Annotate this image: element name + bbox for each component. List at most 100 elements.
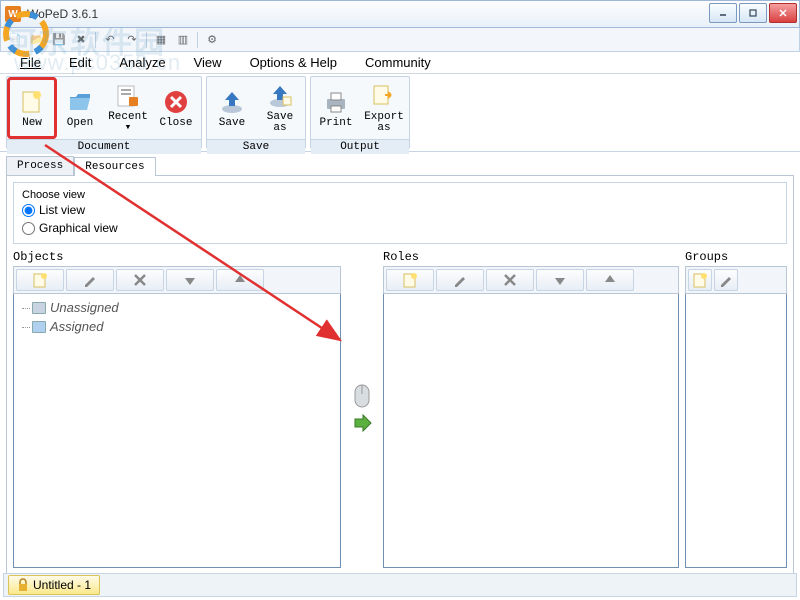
- tree-item-assigned[interactable]: Assigned: [18, 317, 336, 336]
- tree-item-label: Unassigned: [50, 300, 119, 315]
- objects-list[interactable]: Unassigned Assigned: [13, 294, 341, 568]
- menu-edit[interactable]: Edit: [55, 53, 105, 72]
- qa-new-icon[interactable]: 📄: [5, 30, 25, 50]
- ribbon-group-label: Document: [7, 139, 201, 154]
- save-button[interactable]: Save: [209, 79, 255, 137]
- roles-column: Roles: [383, 248, 679, 568]
- open-button[interactable]: Open: [57, 79, 103, 137]
- export-button-label: Export as: [364, 112, 404, 134]
- separator: [95, 32, 96, 48]
- qa-token-icon[interactable]: ▦: [151, 30, 171, 50]
- qa-close-icon[interactable]: ✖: [71, 30, 91, 50]
- tree-item-label: Assigned: [50, 319, 103, 334]
- titlebar: W WoPeD 3.6.1: [0, 0, 800, 28]
- ribbon-group-save: Save Save as Save: [206, 76, 306, 149]
- tab-process[interactable]: Process: [6, 156, 74, 175]
- export-as-button[interactable]: Export as: [361, 79, 407, 137]
- qa-settings-icon[interactable]: ⚙: [202, 30, 222, 50]
- radio-graphical-view-input[interactable]: [22, 222, 35, 235]
- print-icon: [322, 88, 350, 116]
- menubar: File Edit Analyze View Options & Help Co…: [0, 52, 800, 74]
- open-button-label: Open: [67, 118, 93, 129]
- menu-view[interactable]: View: [180, 53, 236, 72]
- person-icon: [32, 321, 46, 333]
- objects-edit-button[interactable]: [66, 269, 114, 291]
- recent-button-label: Recent ▾: [108, 112, 148, 134]
- radio-list-view-input[interactable]: [22, 204, 35, 217]
- document-tab[interactable]: Untitled - 1: [8, 575, 100, 595]
- objects-header: Objects: [13, 248, 341, 266]
- ribbon-group-label: Output: [311, 139, 409, 154]
- objects-toolbar: [13, 266, 341, 294]
- menu-analyze[interactable]: Analyze: [105, 53, 179, 72]
- save-as-icon: [266, 82, 294, 110]
- window-title: WoPeD 3.6.1: [27, 7, 98, 21]
- save-icon: [218, 88, 246, 116]
- resources-panel: Choose view List view Graphical view Obj…: [6, 175, 794, 581]
- folder-open-icon: [66, 88, 94, 116]
- roles-toolbar: [383, 266, 679, 294]
- ribbon: New Open Recent ▾ Close Document Save: [0, 74, 800, 152]
- menu-community[interactable]: Community: [351, 53, 445, 72]
- mouse-icon: [351, 383, 373, 409]
- roles-new-button[interactable]: [386, 269, 434, 291]
- new-button[interactable]: New: [9, 79, 55, 137]
- choose-view-legend: Choose view: [22, 189, 85, 201]
- qa-open-icon[interactable]: 📂: [27, 30, 47, 50]
- roles-edit-button[interactable]: [436, 269, 484, 291]
- radio-graphical-view[interactable]: Graphical view: [22, 219, 778, 237]
- choose-view-group: Choose view List view Graphical view: [13, 182, 787, 244]
- qa-analyze-icon[interactable]: ▥: [173, 30, 193, 50]
- tab-resources[interactable]: Resources: [74, 157, 155, 176]
- close-button[interactable]: Close: [153, 79, 199, 137]
- recent-button[interactable]: Recent ▾: [105, 79, 151, 137]
- radio-graphical-view-label: Graphical view: [39, 221, 118, 235]
- folder-icon: [32, 302, 46, 314]
- document-tab-label: Untitled - 1: [33, 578, 91, 592]
- statusbar: Untitled - 1: [3, 573, 797, 597]
- radio-list-view-label: List view: [39, 203, 85, 217]
- objects-new-button[interactable]: [16, 269, 64, 291]
- menu-file[interactable]: File: [6, 53, 55, 72]
- groups-edit-button[interactable]: [714, 269, 738, 291]
- close-window-button[interactable]: [769, 3, 797, 23]
- roles-header: Roles: [383, 248, 679, 266]
- app-icon: W: [5, 6, 21, 22]
- new-button-label: New: [22, 118, 42, 129]
- separator: [146, 32, 147, 48]
- save-as-button[interactable]: Save as: [257, 79, 303, 137]
- new-file-icon: [18, 88, 46, 116]
- groups-new-button[interactable]: [688, 269, 712, 291]
- groups-column: Groups: [685, 248, 787, 568]
- objects-delete-button[interactable]: [116, 269, 164, 291]
- print-button[interactable]: Print: [313, 79, 359, 137]
- ribbon-group-label: Save: [207, 139, 305, 154]
- quick-access-toolbar: 📄 📂 💾 ✖ ↶ ↷ ▦ ▥ ⚙: [0, 28, 800, 52]
- print-button-label: Print: [319, 118, 352, 129]
- maximize-button[interactable]: [739, 3, 767, 23]
- roles-move-down-button[interactable]: [536, 269, 584, 291]
- roles-delete-button[interactable]: [486, 269, 534, 291]
- menu-options-help[interactable]: Options & Help: [236, 53, 351, 72]
- close-icon: [162, 88, 190, 116]
- radio-list-view[interactable]: List view: [22, 201, 778, 219]
- ribbon-group-document: New Open Recent ▾ Close Document: [6, 76, 202, 149]
- objects-move-up-button[interactable]: [216, 269, 264, 291]
- groups-list[interactable]: [685, 294, 787, 568]
- qa-save-icon[interactable]: 💾: [49, 30, 69, 50]
- tree-item-unassigned[interactable]: Unassigned: [18, 298, 336, 317]
- recent-icon: [114, 82, 142, 110]
- assign-right-icon[interactable]: [352, 413, 372, 433]
- roles-move-up-button[interactable]: [586, 269, 634, 291]
- qa-undo-icon[interactable]: ↶: [100, 30, 120, 50]
- objects-move-down-button[interactable]: [166, 269, 214, 291]
- close-button-label: Close: [159, 118, 192, 129]
- lock-icon: [17, 578, 29, 592]
- export-icon: [370, 82, 398, 110]
- roles-list[interactable]: [383, 294, 679, 568]
- assign-controls: [347, 248, 377, 568]
- qa-redo-icon[interactable]: ↷: [122, 30, 142, 50]
- ribbon-group-output: Print Export as Output: [310, 76, 410, 149]
- minimize-button[interactable]: [709, 3, 737, 23]
- tab-strip: Process Resources: [0, 152, 800, 175]
